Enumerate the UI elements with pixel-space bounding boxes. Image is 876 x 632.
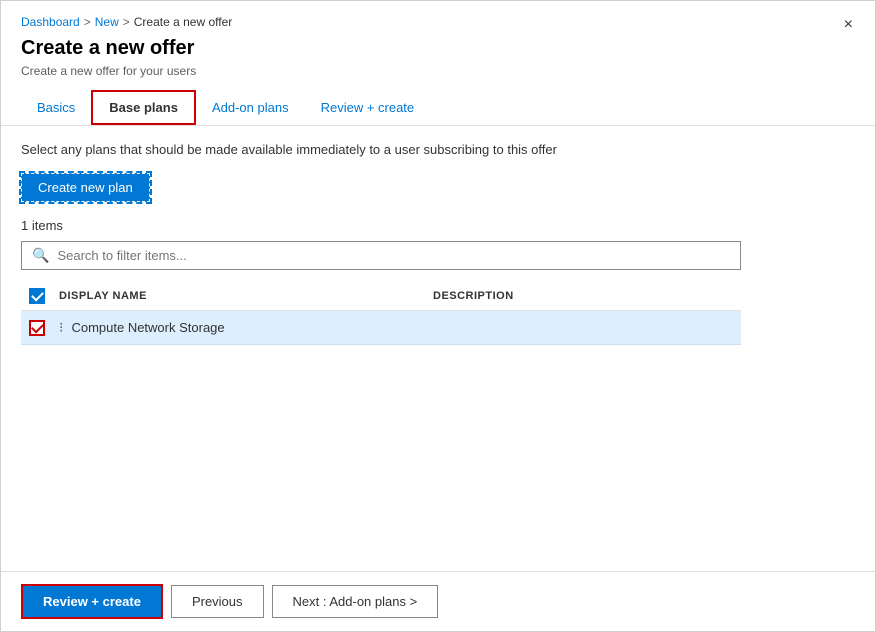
column-display-name: DISPLAY NAME (59, 290, 433, 302)
panel-header: Dashboard > New > Create a new offer Cre… (1, 1, 875, 126)
review-create-button[interactable]: Review + create (21, 584, 163, 619)
table-row[interactable]: ⁝ Compute Network Storage (21, 311, 741, 345)
column-description: DESCRIPTION (433, 290, 733, 302)
tab-basics[interactable]: Basics (21, 90, 91, 125)
row-icon: ⁝ (59, 319, 63, 336)
row-checkbox-col (29, 320, 59, 336)
panel-body: Select any plans that should be made ava… (1, 126, 875, 571)
breadcrumb: Dashboard > New > Create a new offer (21, 15, 855, 29)
tab-bar: Basics Base plans Add-on plans Review + … (21, 90, 855, 125)
breadcrumb-dashboard[interactable]: Dashboard (21, 15, 80, 29)
items-count: 1 items (21, 218, 855, 233)
select-all-checkbox[interactable] (29, 288, 45, 304)
header-checkbox-col (29, 288, 59, 304)
search-input[interactable] (57, 248, 730, 263)
breadcrumb-sep-2: > (123, 15, 130, 29)
tab-addon-plans[interactable]: Add-on plans (196, 90, 305, 125)
row-display-name: Compute Network Storage (71, 320, 224, 335)
previous-button[interactable]: Previous (171, 585, 264, 618)
section-description: Select any plans that should be made ava… (21, 142, 855, 157)
row-checkbox[interactable] (29, 320, 45, 336)
panel-footer: Review + create Previous Next : Add-on p… (1, 571, 875, 631)
breadcrumb-new[interactable]: New (95, 15, 119, 29)
close-button[interactable]: × (838, 15, 859, 35)
breadcrumb-sep-1: > (84, 15, 91, 29)
search-box: 🔍 (21, 241, 741, 270)
breadcrumb-current: Create a new offer (134, 15, 233, 29)
page-title: Create a new offer (21, 37, 855, 60)
page-subtitle: Create a new offer for your users (21, 64, 855, 78)
next-button[interactable]: Next : Add-on plans > (272, 585, 439, 618)
table-header: DISPLAY NAME DESCRIPTION (21, 282, 741, 311)
search-icon: 🔍 (32, 247, 49, 264)
tab-base-plans[interactable]: Base plans (91, 90, 196, 125)
main-panel: Dashboard > New > Create a new offer Cre… (0, 0, 876, 632)
tab-review-create[interactable]: Review + create (305, 90, 431, 125)
create-new-plan-button[interactable]: Create new plan (21, 173, 150, 202)
